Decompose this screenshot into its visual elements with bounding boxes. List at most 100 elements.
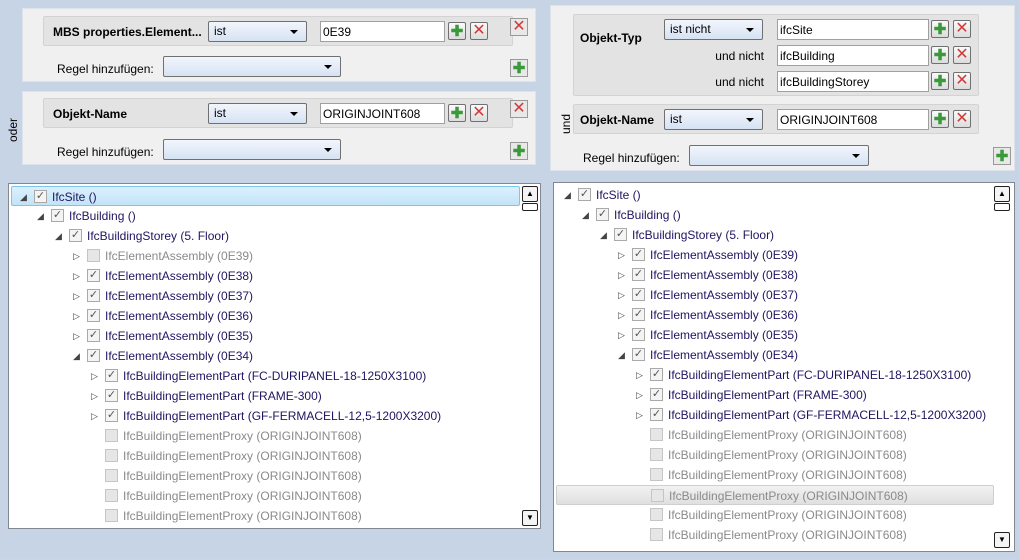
tree-node[interactable]: ▷ ✓ IfcElementAssembly (0E38) (11, 266, 520, 286)
node-checkbox[interactable]: ✓ (650, 408, 663, 421)
tree-node[interactable]: ▷ ✓ IfcElementAssembly (0E38) (556, 265, 994, 285)
node-checkbox[interactable]: ✓ (614, 228, 627, 241)
node-checkbox[interactable]: ✓ (87, 329, 100, 342)
collapse-arrow-icon[interactable]: ◢ (600, 230, 607, 241)
node-checkbox[interactable]: ✓ (105, 389, 118, 402)
remove-value-button[interactable]: ✕ (953, 20, 971, 38)
node-checkbox[interactable]: ✓ (596, 208, 609, 221)
node-checkbox[interactable] (105, 429, 118, 442)
node-checkbox[interactable]: ✓ (578, 188, 591, 201)
tree-node[interactable]: ▷ ✓ IfcBuildingElementPart (FC-DURIPANEL-1… (11, 366, 520, 386)
collapse-arrow-icon[interactable]: ◢ (564, 190, 571, 201)
expand-arrow-icon[interactable]: ▷ (73, 291, 80, 302)
node-checkbox[interactable] (650, 508, 663, 521)
node-checkbox[interactable]: ✓ (632, 328, 645, 341)
node-checkbox[interactable] (650, 448, 663, 461)
remove-value-button[interactable]: ✕ (953, 72, 971, 90)
expand-arrow-icon[interactable]: ▷ (618, 330, 625, 341)
node-checkbox[interactable]: ✓ (87, 349, 100, 362)
tree-node[interactable]: IfcBuildingElementProxy (ORIGINJOINT608) (11, 466, 520, 486)
operator-select[interactable]: ist (208, 21, 307, 42)
node-checkbox[interactable]: ✓ (69, 229, 82, 242)
scrollbar-thumb[interactable] (994, 203, 1010, 211)
expand-arrow-icon[interactable]: ▷ (618, 290, 625, 301)
tree-node[interactable]: ▷ ✓ IfcBuildingElementPart (FC-DURIPANEL-1… (556, 365, 994, 385)
node-checkbox[interactable]: ✓ (650, 368, 663, 381)
tree-node[interactable]: ▷ ✓ IfcBuildingElementPart (GF-FERMACELL-1… (556, 405, 994, 425)
node-checkbox[interactable]: ✓ (87, 269, 100, 282)
node-checkbox[interactable] (105, 469, 118, 482)
tree-node[interactable]: ◢ ✓ IfcBuildingStorey (5. Floor) (556, 225, 994, 245)
add-value-button[interactable]: ✚ (448, 22, 466, 40)
tree-node[interactable]: IfcBuildingElementProxy (ORIGINJOINT608) (556, 425, 994, 445)
tree-node[interactable]: ▷ ✓ IfcElementAssembly (0E37) (556, 285, 994, 305)
tree-node[interactable]: ◢ ✓ IfcSite () (11, 186, 520, 206)
remove-value-button[interactable]: ✕ (953, 46, 971, 64)
node-checkbox[interactable] (87, 249, 100, 262)
expand-arrow-icon[interactable]: ▷ (636, 410, 643, 421)
node-checkbox[interactable]: ✓ (87, 309, 100, 322)
tree-node[interactable]: IfcBuildingElementProxy (ORIGINJOINT608) (556, 445, 994, 465)
collapse-arrow-icon[interactable]: ◢ (582, 210, 589, 221)
collapse-arrow-icon[interactable]: ◢ (73, 351, 80, 362)
result-tree-right[interactable]: ▲ ▼ ◢ ✓ IfcSite () ◢ ✓ IfcBuilding () ◢ ✓ IfcBui… (553, 182, 1015, 552)
scrollbar-thumb[interactable] (522, 203, 538, 211)
add-value-button[interactable]: ✚ (931, 46, 949, 64)
add-value-button[interactable]: ✚ (931, 110, 949, 128)
node-checkbox[interactable]: ✓ (632, 348, 645, 361)
add-rule-select[interactable] (689, 145, 869, 166)
expand-arrow-icon[interactable]: ▷ (636, 390, 643, 401)
add-value-button[interactable]: ✚ (931, 72, 949, 90)
expand-arrow-icon[interactable]: ▷ (618, 310, 625, 321)
result-tree-left[interactable]: ▲ ▼ ◢ ✓ IfcSite () ◢ ✓ IfcBuilding () ◢ ✓ IfcBui… (8, 183, 541, 529)
node-checkbox[interactable]: ✓ (105, 369, 118, 382)
collapse-arrow-icon[interactable]: ◢ (618, 350, 625, 361)
collapse-arrow-icon[interactable]: ◢ (55, 231, 62, 242)
tree-node[interactable]: IfcBuildingElementProxy (ORIGINJOINT608) (556, 525, 994, 545)
node-checkbox[interactable]: ✓ (34, 190, 47, 203)
scroll-up-button[interactable]: ▲ (994, 186, 1010, 202)
value-input[interactable]: ORIGINJOINT608 (320, 103, 445, 124)
tree-node[interactable]: ▷ ✓ IfcBuildingElementPart (FRAME-300) (11, 386, 520, 406)
value-input[interactable]: ifcBuildingStorey (777, 71, 929, 92)
tree-node[interactable]: ◢ ✓ IfcBuilding () (556, 205, 994, 225)
tree-node[interactable]: IfcBuildingElementProxy (ORIGINJOINT608) (556, 465, 994, 485)
tree-node[interactable]: ▷ IfcElementAssembly (0E39) (11, 246, 520, 266)
expand-arrow-icon[interactable]: ▷ (618, 270, 625, 281)
node-checkbox[interactable] (650, 528, 663, 541)
node-checkbox[interactable] (650, 428, 663, 441)
operator-select[interactable]: ist nicht (664, 19, 763, 40)
tree-node[interactable]: IfcBuildingElementProxy (ORIGINJOINT608) (11, 506, 520, 526)
node-checkbox[interactable]: ✓ (632, 308, 645, 321)
node-checkbox[interactable]: ✓ (632, 268, 645, 281)
node-checkbox[interactable]: ✓ (51, 209, 64, 222)
tree-node[interactable]: ▷ ✓ IfcElementAssembly (0E39) (556, 245, 994, 265)
expand-arrow-icon[interactable]: ▷ (91, 411, 98, 422)
tree-node[interactable]: ▷ ✓ IfcBuildingElementPart (GF-FERMACELL-1… (11, 406, 520, 426)
tree-node[interactable]: ▷ ✓ IfcElementAssembly (0E37) (11, 286, 520, 306)
collapse-arrow-icon[interactable]: ◢ (20, 192, 27, 203)
collapse-arrow-icon[interactable]: ◢ (37, 211, 44, 222)
tree-node[interactable]: ◢ ✓ IfcBuildingStorey (5. Floor) (11, 226, 520, 246)
node-checkbox[interactable] (105, 509, 118, 522)
node-checkbox[interactable]: ✓ (87, 289, 100, 302)
scroll-down-button[interactable]: ▼ (522, 510, 538, 526)
tree-node[interactable]: ▷ ✓ IfcElementAssembly (0E36) (556, 305, 994, 325)
add-rule-button[interactable]: ✚ (510, 59, 528, 77)
operator-select[interactable]: ist (208, 103, 307, 124)
tree-node[interactable]: ▷ ✓ IfcElementAssembly (0E36) (11, 306, 520, 326)
tree-node[interactable]: ▷ ✓ IfcBuildingElementPart (FRAME-300) (556, 385, 994, 405)
add-rule-select[interactable] (163, 56, 341, 77)
remove-group-button[interactable]: ✕ (510, 100, 528, 118)
expand-arrow-icon[interactable]: ▷ (91, 391, 98, 402)
scroll-up-button[interactable]: ▲ (522, 186, 538, 202)
add-value-button[interactable]: ✚ (931, 20, 949, 38)
add-rule-select[interactable] (163, 139, 341, 160)
tree-node[interactable]: IfcBuildingElementProxy (ORIGINJOINT608) (11, 446, 520, 466)
node-checkbox[interactable] (650, 468, 663, 481)
remove-value-button[interactable]: ✕ (470, 22, 488, 40)
expand-arrow-icon[interactable]: ▷ (618, 250, 625, 261)
expand-arrow-icon[interactable]: ▷ (636, 370, 643, 381)
tree-node[interactable]: IfcBuildingElementProxy (ORIGINJOINT608) (556, 485, 994, 505)
add-value-button[interactable]: ✚ (448, 104, 466, 122)
